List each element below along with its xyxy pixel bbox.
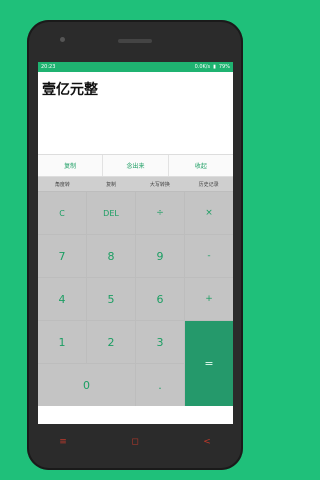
key-4[interactable]: 4 bbox=[38, 278, 86, 320]
home-icon[interactable]: ◻ bbox=[131, 437, 138, 447]
copy-button[interactable]: 复制 bbox=[38, 155, 104, 176]
key-3[interactable]: 3 bbox=[136, 321, 184, 363]
status-right: 0.0K/s ▮ 79% bbox=[195, 64, 230, 70]
collapse-button[interactable]: 收起 bbox=[169, 155, 233, 176]
history-button[interactable]: 历史记录 bbox=[184, 177, 233, 191]
decimal-key[interactable]: . bbox=[136, 364, 184, 406]
angle-convert-button[interactable]: 角度转 bbox=[38, 177, 87, 191]
back-icon[interactable]: < bbox=[203, 437, 211, 447]
battery-level: 79% bbox=[218, 64, 230, 70]
front-camera bbox=[60, 37, 65, 42]
key-8[interactable]: 8 bbox=[87, 235, 135, 277]
uppercase-convert-button[interactable]: 大写转换 bbox=[136, 177, 185, 191]
copy-function-button[interactable]: 复制 bbox=[87, 177, 136, 191]
multiply-key[interactable]: × bbox=[185, 192, 233, 234]
key-0[interactable]: 0 bbox=[38, 364, 135, 406]
battery-icon: ▮ bbox=[213, 64, 216, 70]
key-6[interactable]: 6 bbox=[136, 278, 184, 320]
menu-icon[interactable]: ≡ bbox=[59, 437, 67, 447]
clear-key[interactable]: C bbox=[38, 192, 86, 234]
app-screen: 20:23 0.0K/s ▮ 79% 壹亿元整 复制 念出来 收起 角度转 复制… bbox=[38, 62, 233, 424]
function-bar: 角度转 复制 大写转换 历史记录 bbox=[38, 177, 233, 192]
key-2[interactable]: 2 bbox=[87, 321, 135, 363]
divide-key[interactable]: ÷ bbox=[136, 192, 184, 234]
status-bar: 20:23 0.0K/s ▮ 79% bbox=[38, 62, 233, 72]
result-display: 壹亿元整 bbox=[38, 72, 233, 154]
equals-key[interactable]: = bbox=[185, 321, 233, 406]
result-text: 壹亿元整 bbox=[42, 82, 98, 98]
delete-key[interactable]: DEL bbox=[87, 192, 135, 234]
network-speed: 0.0K/s bbox=[194, 64, 211, 70]
minus-key[interactable]: - bbox=[185, 235, 233, 277]
key-7[interactable]: 7 bbox=[38, 235, 86, 277]
key-9[interactable]: 9 bbox=[136, 235, 184, 277]
hardware-nav-bar: ≡ ◻ < bbox=[27, 432, 243, 452]
plus-key[interactable]: + bbox=[185, 278, 233, 320]
earpiece-speaker bbox=[118, 39, 152, 43]
action-bar: 复制 念出来 收起 bbox=[38, 154, 233, 177]
key-1[interactable]: 1 bbox=[38, 321, 86, 363]
status-time: 20:23 bbox=[41, 64, 56, 70]
phone-frame: 20:23 0.0K/s ▮ 79% 壹亿元整 复制 念出来 收起 角度转 复制… bbox=[27, 20, 243, 470]
key-5[interactable]: 5 bbox=[87, 278, 135, 320]
keypad: C DEL ÷ × 7 8 9 - 4 5 6 + 1 2 3 = 0 . bbox=[38, 192, 233, 406]
read-aloud-button[interactable]: 念出来 bbox=[103, 155, 169, 176]
